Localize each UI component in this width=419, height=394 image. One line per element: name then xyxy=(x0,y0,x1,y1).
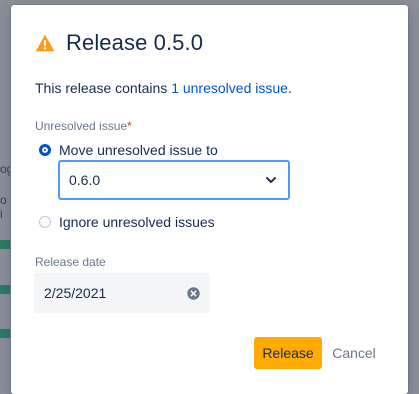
radio-button-unselected[interactable] xyxy=(39,216,51,228)
background-progress-bar xyxy=(0,240,10,249)
release-summary: This release contains 1 unresolved issue… xyxy=(35,80,292,96)
release-button[interactable]: Release xyxy=(254,337,322,369)
background-progress-bar xyxy=(0,329,10,338)
chevron-down-icon xyxy=(266,177,276,183)
release-date-field[interactable]: 2/25/2021 xyxy=(34,273,210,313)
unresolved-issue-label-text: Unresolved issue xyxy=(35,119,128,133)
dialog-title: Release 0.5.0 xyxy=(66,30,204,55)
dialog-header: Release 0.5.0 xyxy=(35,30,203,56)
radio-move-unresolved[interactable]: Move unresolved issue to xyxy=(39,142,218,158)
unresolved-issue-label: Unresolved issue* xyxy=(35,119,132,133)
clear-icon[interactable] xyxy=(187,286,200,300)
summary-text: This release contains xyxy=(35,80,172,96)
radio-move-unresolved-label: Move unresolved issue to xyxy=(59,142,218,158)
background-fragment-text: og xyxy=(0,162,10,176)
warning-icon xyxy=(35,34,55,52)
summary-period: . xyxy=(287,80,292,96)
radio-ignore-unresolved-label: Ignore unresolved issues xyxy=(59,214,215,230)
cancel-button[interactable]: Cancel xyxy=(326,337,382,369)
unresolved-issues-link[interactable]: 1 unresolved issue xyxy=(171,80,288,96)
release-date-value: 2/25/2021 xyxy=(44,285,107,301)
target-version-select[interactable]: 0.6.0 xyxy=(58,160,290,200)
target-version-value: 0.6.0 xyxy=(69,172,101,188)
release-date-label: Release date xyxy=(35,255,106,269)
background-progress-bar xyxy=(0,285,10,294)
release-dialog: Release 0.5.0 This release contains 1 un… xyxy=(11,5,408,394)
required-marker: * xyxy=(127,119,132,133)
background-fragment-text: o i xyxy=(0,193,7,221)
radio-ignore-unresolved[interactable]: Ignore unresolved issues xyxy=(39,214,215,230)
radio-button-selected[interactable] xyxy=(39,144,51,156)
